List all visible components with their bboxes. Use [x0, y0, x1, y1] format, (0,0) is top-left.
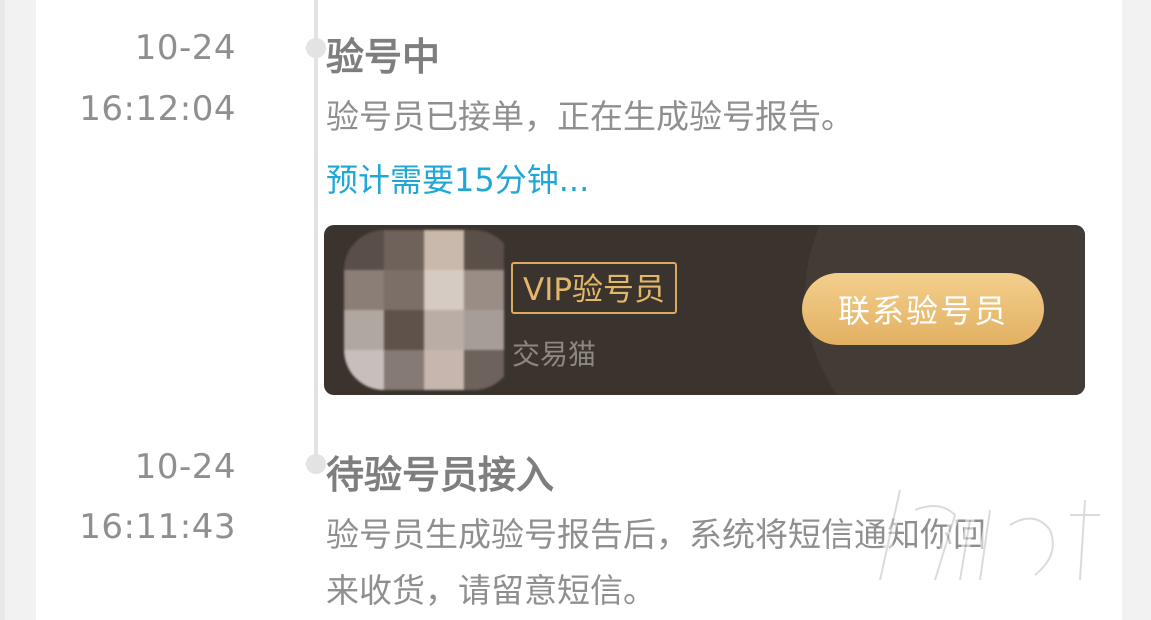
watermark-logo-icon: [875, 485, 1105, 585]
step-2-date: 10-24: [134, 447, 236, 487]
platform-name: 交易猫: [512, 338, 597, 371]
timeline-line: [314, 0, 318, 455]
vip-inspector-badge: VIP验号员: [511, 262, 678, 314]
avatar: [344, 230, 514, 390]
step-1-date: 10-24: [134, 28, 236, 68]
step-2-time: 16:11:43: [79, 507, 236, 547]
inspector-card: VIP验号员 交易猫 联系验号员: [324, 225, 1085, 395]
timeline-dot-inspecting: [306, 38, 326, 58]
step-1-description: 验号员已接单，正在生成验号报告。: [326, 97, 854, 136]
step-1-title: 验号中: [326, 35, 441, 79]
step-1-time: 16:12:04: [79, 89, 236, 129]
step-2-title: 待验号员接入: [326, 453, 555, 497]
contact-inspector-button[interactable]: 联系验号员: [802, 273, 1044, 345]
timeline-dot-waiting: [306, 454, 326, 474]
eta-text: 预计需要15分钟...: [326, 161, 590, 199]
left-edge-strip: [0, 0, 5, 620]
